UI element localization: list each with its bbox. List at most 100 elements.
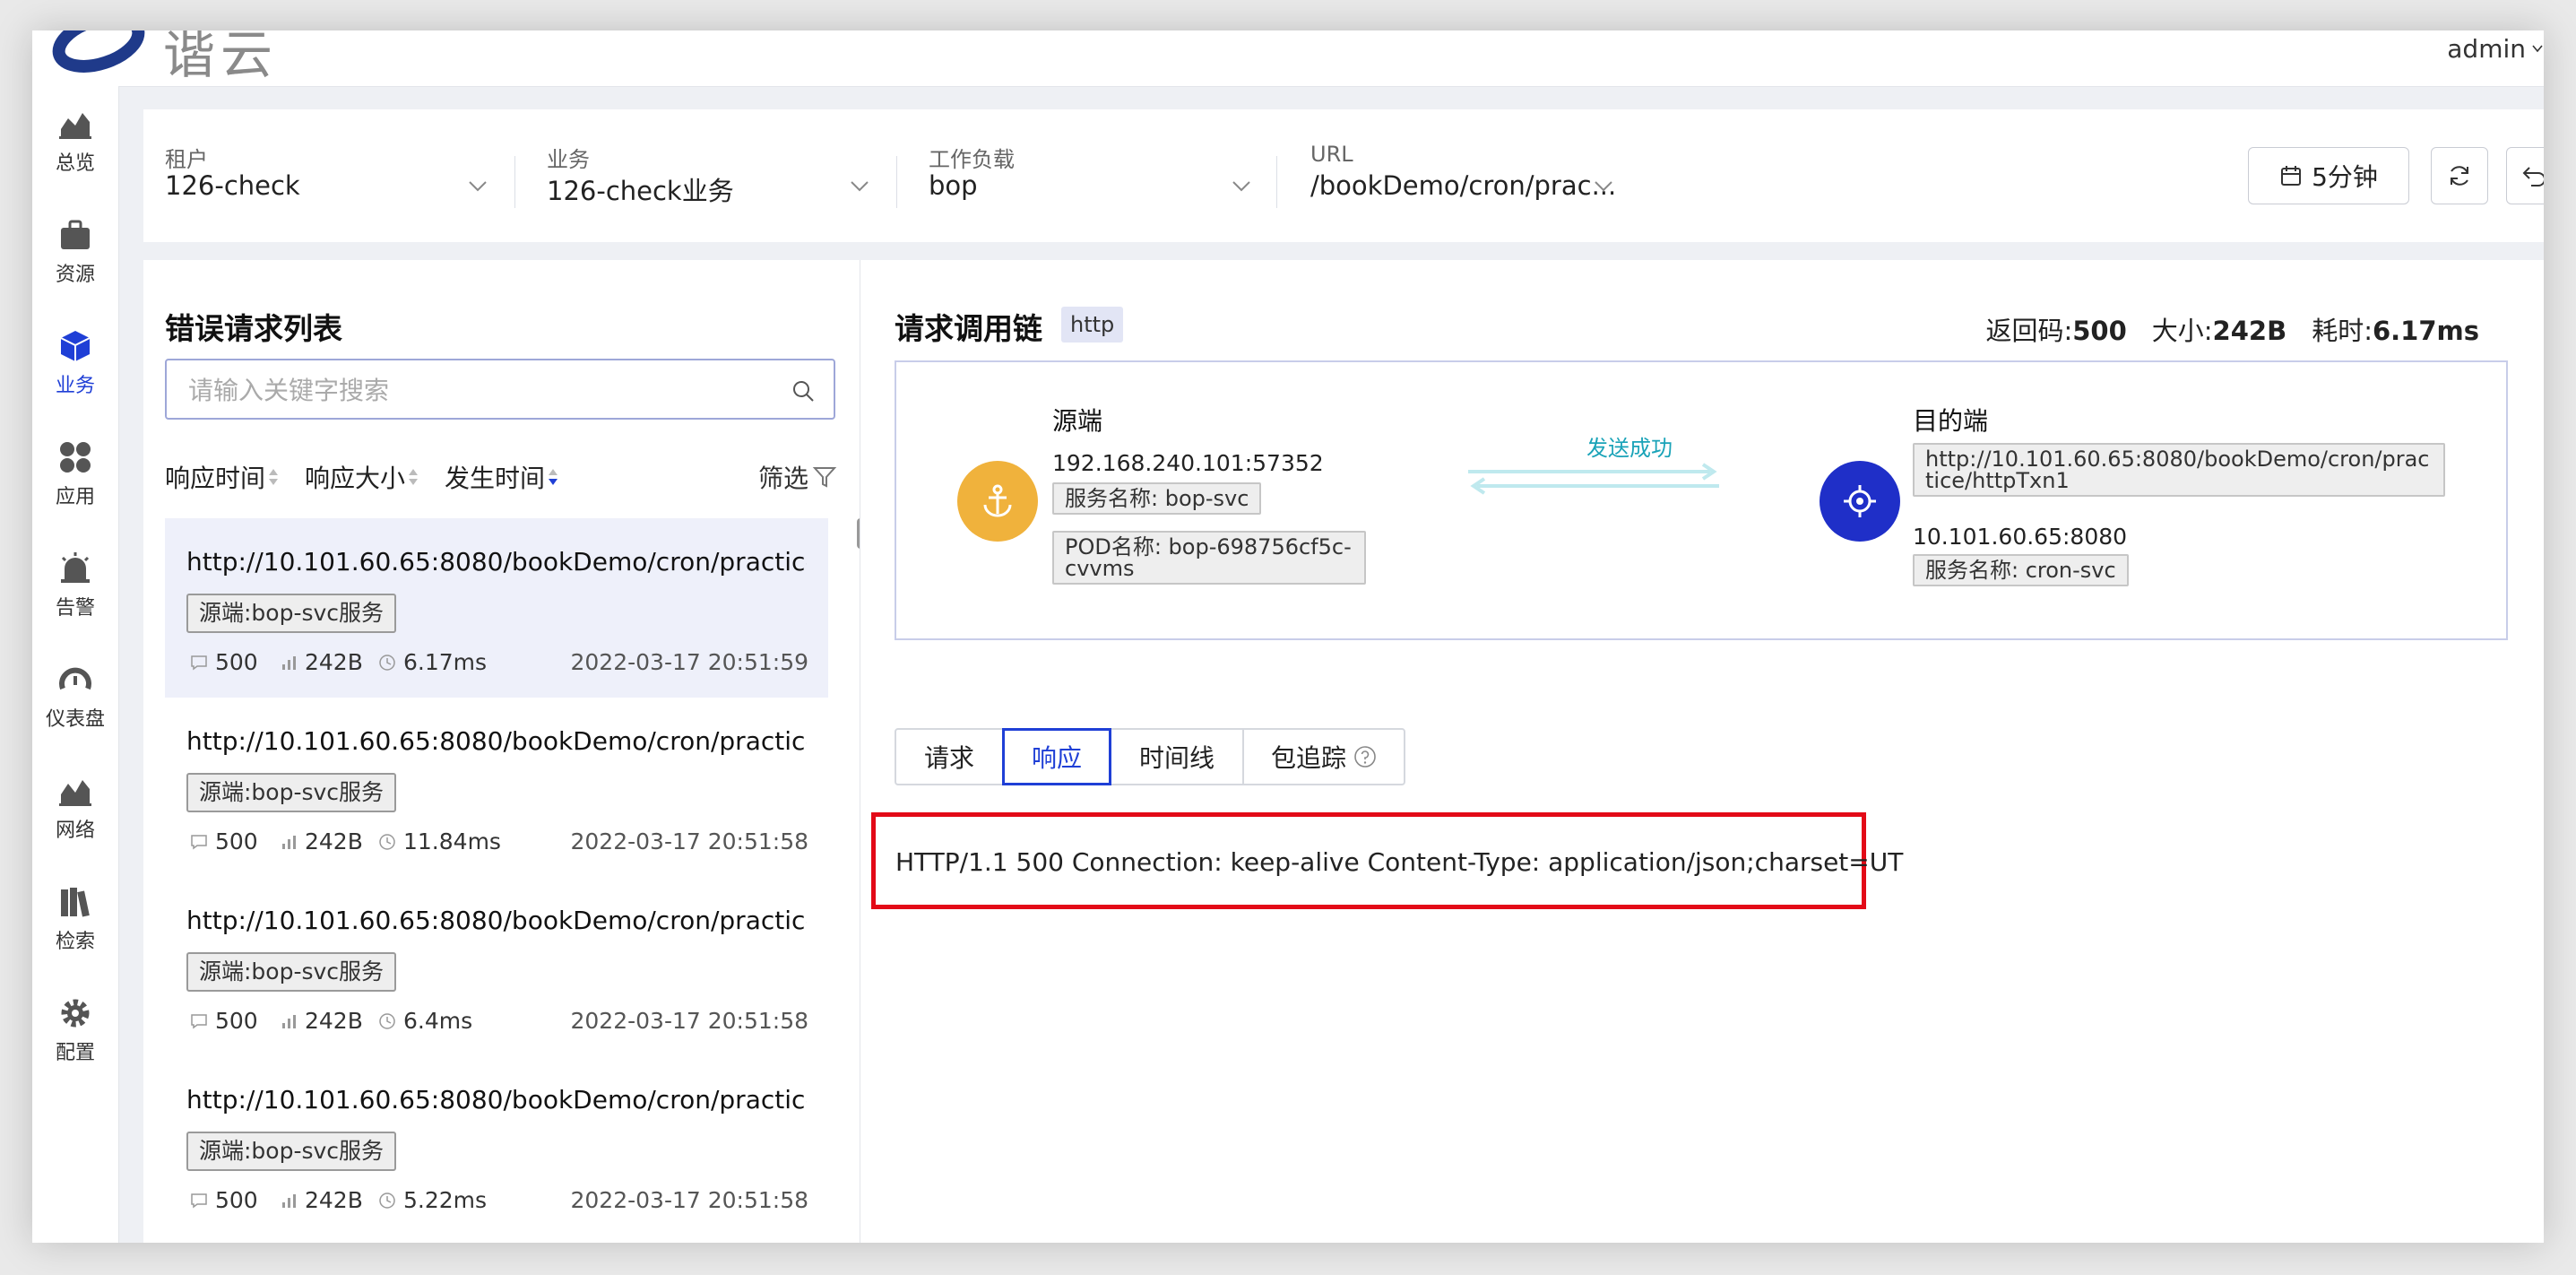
alarm-icon <box>61 552 90 583</box>
refresh-icon <box>2451 166 2468 186</box>
user-menu[interactable]: admin <box>2447 30 2544 66</box>
row-meta: 500 242B 6.4ms 2022-03-17 20:51:58 <box>190 1008 808 1036</box>
duration-value: 6.17ms <box>403 649 488 675</box>
status-code-summary: 返回码:500 <box>1985 310 2126 348</box>
back-button[interactable] <box>2506 147 2544 204</box>
destination-node-icon[interactable] <box>1820 461 1900 542</box>
sort-response-time[interactable]: 响应时间 <box>165 459 280 495</box>
nav-label: 总览 <box>55 152 95 175</box>
url-select[interactable]: URL /bookDemo/cron/prac... <box>1310 109 1669 242</box>
filter-bar: 租户 126-check 业务 126-check业务 工作负载 bop URL… <box>143 109 2544 242</box>
nav-item-apps[interactable]: 应用 <box>32 425 118 524</box>
duration-summary: 耗时:6.17ms <box>2312 310 2479 348</box>
nav-label: 业务 <box>55 375 95 397</box>
divider <box>514 156 515 208</box>
response-size: 242B <box>280 1008 363 1034</box>
source-tag: 源端:bop-svc服务 <box>186 1132 397 1171</box>
help-icon[interactable] <box>1353 745 1377 768</box>
status-code-value: 500 <box>215 1187 258 1213</box>
time-range-button[interactable]: 5分钟 <box>2248 147 2409 204</box>
search-icon[interactable] <box>791 378 816 403</box>
logo-text: 谐云 <box>163 30 279 85</box>
nav-label: 网络 <box>55 820 95 842</box>
code-value: 500 <box>2072 316 2127 346</box>
occur-time: 2022-03-17 20:51:58 <box>570 828 808 854</box>
nav-item-search[interactable]: 检索 <box>32 870 118 968</box>
business-select[interactable]: 业务 126-check业务 <box>547 109 869 242</box>
return-icon <box>2522 167 2544 186</box>
list-item[interactable]: http://10.101.60.65:8080/bookDemo/cron/p… <box>165 518 828 698</box>
source-service-tag: 服务名称: bop-svc <box>1052 482 1262 515</box>
list-item[interactable]: http://10.101.60.65:8080/bookDemo/cron/p… <box>165 1056 828 1236</box>
filter-icon <box>812 467 837 488</box>
response-highlight: HTTP/1.1 500 Connection: keep-alive Cont… <box>871 812 1903 909</box>
sort-occur-time[interactable]: 发生时间 <box>445 459 559 495</box>
duration-value: 11.84ms <box>403 828 501 854</box>
books-icon <box>61 888 90 917</box>
chevron-down-icon <box>469 181 487 192</box>
bar-chart-icon <box>282 1193 296 1208</box>
sort-label: 响应大小 <box>305 464 406 493</box>
source-pod-tag: POD名称: bop-698756cf5c-cvvms <box>1052 531 1366 585</box>
url-value: /bookDemo/cron/prac... <box>1310 170 1617 201</box>
target-icon <box>1844 485 1876 517</box>
trace-panel: 请求调用链 http 返回码:500 大小:242B 耗时:6.17ms 源端 … <box>860 260 2544 1243</box>
tab-packet-trace[interactable]: 包追踪 <box>1242 728 1405 785</box>
network-chart-icon <box>59 780 91 806</box>
source-tag: 源端:bop-svc服务 <box>186 952 397 992</box>
request-url: http://10.101.60.65:8080/bookDemo/cron/p… <box>186 1085 807 1115</box>
sort-response-size[interactable]: 响应大小 <box>305 459 419 495</box>
tab-response[interactable]: 响应 <box>1002 728 1111 785</box>
occur-time: 2022-03-17 20:51:58 <box>570 1008 808 1034</box>
response-size: 242B <box>280 649 363 675</box>
size-summary: 大小:242B <box>2152 310 2286 348</box>
bidirectional-arrow-icon <box>1468 463 1719 495</box>
response-size: 242B <box>280 828 363 854</box>
request-url: http://10.101.60.65:8080/bookDemo/cron/p… <box>186 906 807 935</box>
trace-title: 请求调用链 <box>895 311 1042 346</box>
status-code-value: 500 <box>215 1008 258 1034</box>
search-input[interactable] <box>186 369 782 411</box>
duration: 6.17ms <box>378 649 487 675</box>
nav-item-dashboard[interactable]: 仪表盘 <box>32 647 118 746</box>
time-label: 耗时: <box>2312 316 2373 346</box>
source-tag: 源端:bop-svc服务 <box>186 773 397 812</box>
cube-icon <box>60 331 91 361</box>
comment-icon <box>191 655 207 670</box>
chevron-down-icon <box>851 181 869 192</box>
duration: 6.4ms <box>378 1008 472 1034</box>
row-meta: 500 242B 11.84ms 2022-03-17 20:51:58 <box>190 828 808 857</box>
tenant-select[interactable]: 租户 126-check <box>165 109 488 242</box>
destination-address: 10.101.60.65:8080 <box>1913 524 2128 550</box>
comment-icon <box>191 834 207 849</box>
nav-item-network[interactable]: 网络 <box>32 759 118 857</box>
business-label: 业务 <box>547 147 590 172</box>
size-label: 大小: <box>2151 316 2213 346</box>
nav-item-business[interactable]: 业务 <box>32 314 118 412</box>
tab-timeline[interactable]: 时间线 <box>1110 728 1244 785</box>
source-node-icon[interactable] <box>957 461 1038 542</box>
sort-icon <box>409 469 419 485</box>
response-size-value: 242B <box>305 828 363 854</box>
response-content: HTTP/1.1 500 Connection: keep-alive Cont… <box>895 847 1904 877</box>
comment-icon <box>191 1013 207 1028</box>
bar-chart-icon <box>282 1014 296 1028</box>
nav-item-alerts[interactable]: 告警 <box>32 536 118 635</box>
filter-button[interactable]: 筛选 <box>758 459 837 495</box>
size-value: 242B <box>2212 316 2287 346</box>
response-size: 242B <box>280 1187 363 1213</box>
calendar-icon <box>2281 166 2302 186</box>
nav-item-settings[interactable]: 配置 <box>32 981 118 1080</box>
sort-desc-icon <box>549 469 558 485</box>
refresh-button[interactable] <box>2431 147 2488 204</box>
tab-request[interactable]: 请求 <box>895 728 1004 785</box>
workload-select[interactable]: 工作负载 bop <box>929 109 1251 242</box>
list-item[interactable]: http://10.101.60.65:8080/bookDemo/cron/p… <box>165 877 828 1056</box>
tenant-value: 126-check <box>165 170 300 201</box>
nav-item-resources[interactable]: 资源 <box>32 203 118 301</box>
nav-label: 资源 <box>55 264 95 286</box>
list-item[interactable]: http://10.101.60.65:8080/bookDemo/cron/p… <box>165 698 828 877</box>
nav-item-overview[interactable]: 总览 <box>32 91 118 190</box>
destination-title: 目的端 <box>1913 406 1989 436</box>
status-code-value: 500 <box>215 828 258 854</box>
